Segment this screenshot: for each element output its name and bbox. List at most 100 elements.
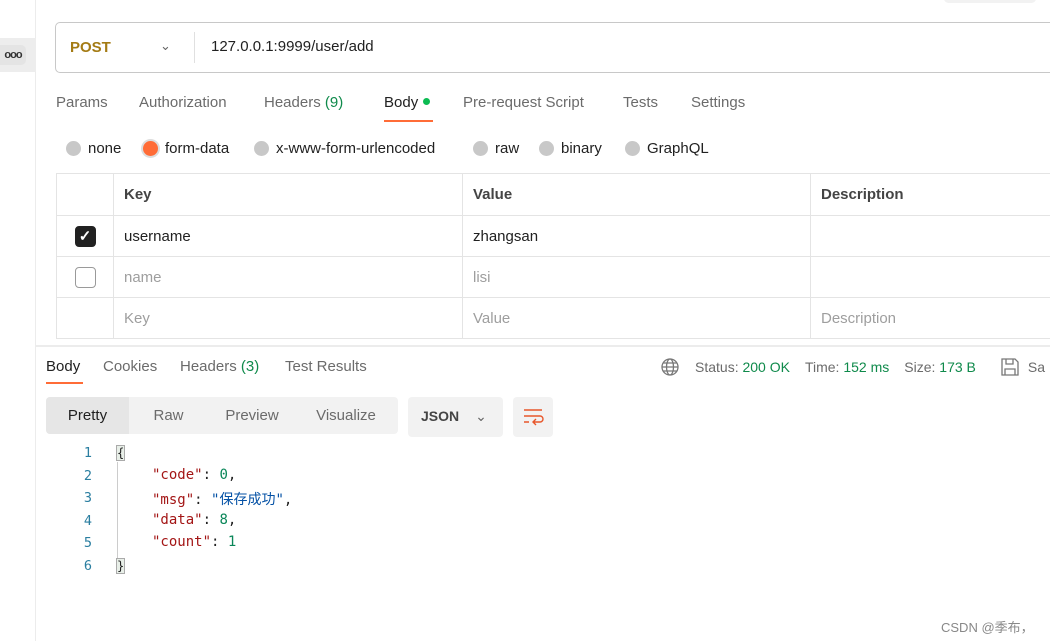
size-value[interactable]: 173 B [939, 359, 976, 375]
headers-count: (3) [240, 358, 260, 375]
row-checkbox-cell [56, 256, 114, 298]
table-header: Key Value Description [56, 173, 1050, 216]
watermark: CSDN @季布， [941, 620, 1034, 635]
new-description-input[interactable]: Description [810, 297, 1050, 339]
code-line: "count": 1 [152, 534, 237, 550]
sidebar [0, 0, 36, 641]
time-value[interactable]: 152 ms [843, 359, 889, 375]
response-tab-cookies[interactable]: Cookies [103, 358, 157, 375]
json-value: 8 [219, 512, 228, 528]
radio-icon [539, 141, 554, 156]
tab-label: Authorization [139, 94, 227, 111]
json-value: 1 [227, 534, 237, 550]
time-label: Time: [804, 359, 840, 375]
status-label: Status: [695, 359, 739, 375]
description-input[interactable] [810, 256, 1050, 298]
value-input[interactable]: lisi [462, 256, 811, 298]
line-number: 4 [83, 513, 92, 529]
view-raw[interactable]: Raw [129, 397, 208, 434]
line-number: 6 [83, 558, 92, 574]
tab-label: Headers [264, 94, 321, 111]
url-bar [55, 22, 1050, 73]
tab-label: Pre-request Script [463, 94, 584, 111]
top-button[interactable] [944, 0, 1036, 3]
body-indicator-dot [423, 98, 431, 105]
url-input[interactable]: 127.0.0.1:9999/user/add [211, 38, 374, 55]
tab-authorization[interactable]: Authorization [139, 94, 227, 111]
status-value[interactable]: 200 OK [742, 359, 789, 375]
value-input[interactable]: zhangsan [462, 215, 811, 257]
checkbox-checked[interactable]: ✓ [74, 225, 96, 247]
radio-x-www-form-urlencoded[interactable]: x-www-form-urlencoded [254, 140, 435, 157]
line-number: 2 [83, 468, 92, 484]
globe-icon[interactable] [660, 357, 680, 377]
line-number: 1 [83, 445, 92, 461]
key-input[interactable]: name [113, 256, 463, 298]
form-data-table: Key Value Description ✓ username zhangsa… [56, 173, 1050, 339]
pane-resize-handle[interactable] [36, 345, 1050, 347]
tab-settings[interactable]: Settings [691, 94, 745, 111]
response-meta: Status: 200 OK Time: 152 ms Size: 173 B … [660, 357, 1045, 377]
radio-icon [66, 141, 81, 156]
tab-tests[interactable]: Tests [623, 94, 658, 111]
json-value: "保存成功" [211, 492, 284, 508]
radio-binary[interactable]: binary [539, 140, 602, 157]
radio-label: GraphQL [647, 140, 709, 157]
radio-label: x-www-form-urlencoded [276, 140, 436, 157]
tab-body[interactable]: Body [384, 94, 431, 111]
radio-graphql[interactable]: GraphQL [625, 140, 709, 157]
view-preview[interactable]: Preview [208, 397, 296, 434]
chevron-down-icon[interactable]: ⌄ [160, 38, 171, 54]
new-value-input[interactable]: Value [462, 297, 811, 339]
radio-label: form-data [165, 140, 230, 157]
radio-form-data[interactable]: form-data [143, 140, 229, 157]
open-brace: { [116, 445, 125, 461]
format-select[interactable]: JSON ⌄ [408, 397, 503, 437]
tab-label: Settings [691, 94, 746, 111]
method-select[interactable]: POST [70, 39, 111, 56]
new-key-input[interactable]: Key [113, 297, 463, 339]
view-visualize[interactable]: Visualize [296, 397, 396, 434]
tab-label: Params [56, 94, 108, 111]
size-label: Size: [904, 359, 936, 375]
tab-label: Body [384, 94, 419, 111]
tab-label: Body [46, 358, 81, 375]
json-value: 0 [219, 467, 228, 483]
response-tab-test-results[interactable]: Test Results [285, 358, 367, 375]
tab-label: Headers [180, 358, 237, 375]
empty-cell [56, 297, 114, 339]
radio-selected-icon [143, 141, 158, 156]
radio-raw[interactable]: raw [473, 140, 519, 157]
tab-params[interactable]: Params [56, 94, 108, 111]
wrap-icon [524, 409, 544, 426]
view-mode-selector: Pretty Raw Preview Visualize [46, 397, 398, 434]
json-key: "data" [152, 512, 203, 528]
code-line: "msg": "保存成功", [152, 492, 293, 508]
fold-guide [117, 462, 118, 569]
radio-icon [473, 141, 488, 156]
radio-none[interactable]: none [66, 140, 121, 157]
active-tab-underline [384, 120, 433, 122]
wrap-lines-button[interactable] [513, 397, 553, 437]
response-tab-headers[interactable]: Headers (3) [180, 358, 259, 375]
key-input[interactable]: username [113, 215, 463, 257]
description-input[interactable] [810, 215, 1050, 257]
code-line: "code": 0, [152, 467, 237, 483]
save-response-button[interactable]: Sa [1028, 359, 1045, 375]
tab-headers[interactable]: Headers (9) [264, 94, 343, 111]
code-line: "data": 8, [152, 512, 237, 528]
radio-icon [625, 141, 640, 156]
view-pretty[interactable]: Pretty [46, 397, 129, 434]
table-row: ✓ username zhangsan [56, 215, 1050, 257]
tab-pre-request-script[interactable]: Pre-request Script [463, 94, 584, 111]
tab-label: Tests [623, 94, 659, 111]
more-options-icon[interactable]: ooo [0, 45, 26, 65]
json-key: "msg" [152, 492, 195, 508]
json-key: "code" [152, 467, 203, 483]
radio-label: none [88, 140, 122, 157]
row-checkbox-cell: ✓ [56, 215, 114, 257]
table-row-new: Key Value Description [56, 297, 1050, 339]
save-icon[interactable] [1000, 357, 1020, 377]
response-tab-body[interactable]: Body [46, 358, 80, 375]
checkbox-unchecked[interactable] [74, 266, 96, 288]
